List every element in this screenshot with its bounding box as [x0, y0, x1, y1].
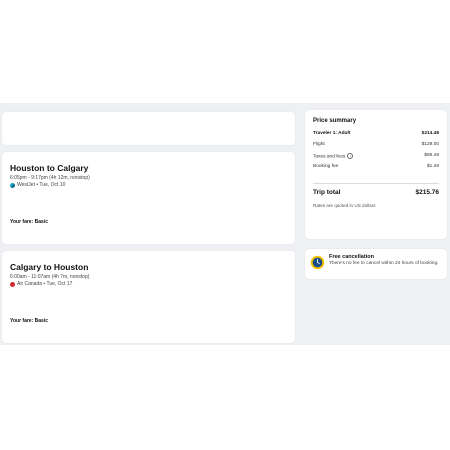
fare-type: Your fare: Basic — [10, 219, 48, 225]
booking-fee-label: Booking fee — [313, 164, 339, 169]
trip-total-value: $215.76 — [415, 189, 440, 196]
flight-price-value: $128.00 — [421, 142, 439, 147]
price-summary-title: Price summary — [313, 118, 357, 124]
currency-note: Rates are quoted in US dollars — [313, 203, 376, 208]
empty-card — [2, 112, 295, 145]
taxes-row: Taxes and fees i $86.48 — [313, 153, 439, 159]
flight-route-title: Calgary to Houston — [10, 262, 89, 272]
trip-total-label: Trip total — [313, 189, 341, 196]
price-divider — [313, 183, 439, 184]
flight-airline-text: Air Canada • Tue, Oct 17 — [17, 281, 73, 287]
flight-route-title: Houston to Calgary — [10, 163, 89, 173]
traveler-value: $214.48 — [421, 131, 439, 136]
clock-icon — [310, 255, 325, 270]
flight-airline-text: WestJet • Tue, Oct 10 — [17, 182, 66, 188]
flight-airline-date: WestJet • Tue, Oct 10 — [10, 182, 65, 188]
info-icon[interactable]: i — [347, 153, 354, 159]
traveler-row: Traveler 1: Adult $214.48 — [313, 131, 439, 136]
booking-fee-value: $1.28 — [426, 164, 439, 169]
flight-price-row: Flight $128.00 — [313, 142, 439, 147]
flight-time-details: 6:00am - 11:07am (4h 7m, nonstop) — [10, 274, 90, 280]
taxes-label: Taxes and fees — [313, 154, 346, 160]
westjet-logo-icon — [10, 182, 15, 188]
flight-card-return[interactable]: Calgary to Houston 6:00am - 11:07am (4h … — [2, 251, 295, 343]
trip-total-row: Trip total $215.76 — [313, 189, 439, 196]
taxes-value: $86.48 — [424, 153, 439, 158]
free-cancellation-card: Free cancellation There's no fee to canc… — [305, 249, 447, 279]
free-cancellation-title: Free cancellation — [329, 254, 374, 260]
air-canada-logo-icon — [10, 281, 15, 287]
flight-price-label: Flight — [313, 142, 325, 147]
flight-airline-date: Air Canada • Tue, Oct 17 — [10, 281, 72, 287]
flight-card-outbound[interactable]: Houston to Calgary 6:05pm - 9:17pm (4h 1… — [2, 152, 295, 244]
free-cancellation-text: There's no fee to cancel within 24 hours… — [329, 261, 439, 266]
traveler-label: Traveler 1: Adult — [313, 131, 351, 136]
flight-time-details: 6:05pm - 9:17pm (4h 12m, nonstop) — [10, 175, 90, 181]
fare-type: Your fare: Basic — [10, 318, 48, 324]
booking-fee-row: Booking fee $1.28 — [313, 164, 439, 169]
price-summary-card: Price summary Traveler 1: Adult $214.48 … — [305, 110, 447, 239]
